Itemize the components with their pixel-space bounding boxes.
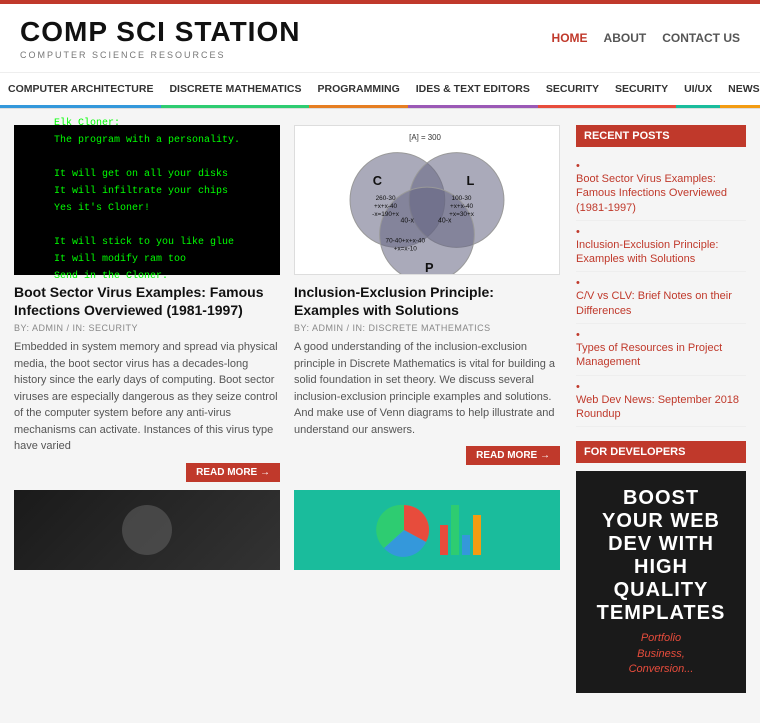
- articles-grid: Elk Cloner: The program with a personali…: [14, 125, 560, 486]
- sidebar: RECENT POSTS Boot Sector Virus Examples:…: [576, 125, 746, 707]
- nav-contact[interactable]: CONTACT US: [662, 31, 740, 45]
- svg-text:70-40+x+x-40: 70-40+x+x-40: [386, 237, 426, 244]
- recent-posts-list: Boot Sector Virus Examples: Famous Infec…: [576, 155, 746, 427]
- dev-banner-text: BOOST YOUR WEB DEV WITH HIGH QUALITY TEM…: [586, 487, 736, 625]
- recent-post-2-link[interactable]: Inclusion-Exclusion Principle: Examples …: [576, 238, 746, 267]
- for-developers-section: FOR DEVELOPERS BOOST YOUR WEB DEV WITH H…: [576, 441, 746, 693]
- nav-news[interactable]: NEWS: [720, 73, 760, 108]
- recent-post-1-link[interactable]: Boot Sector Virus Examples: Famous Infec…: [576, 172, 746, 215]
- for-developers-title: FOR DEVELOPERS: [576, 441, 746, 463]
- recent-post-3: C/V vs CLV: Brief Notes on their Differe…: [576, 272, 746, 324]
- svg-text:+x=30+x: +x=30+x: [449, 211, 475, 218]
- svg-text:+x=x-10: +x=x-10: [394, 245, 418, 252]
- article-2-meta: BY: ADMIN / IN: DISCRETE MATHEMATICS: [294, 323, 560, 333]
- nav-uiux[interactable]: UI/UX: [676, 73, 720, 108]
- nav-security-2[interactable]: SECURITY: [607, 73, 676, 108]
- nav-programming[interactable]: PROGRAMMING: [309, 73, 407, 108]
- nav-ides[interactable]: IDES & TEXT EDITORS: [408, 73, 538, 108]
- article-2: [A] = 300 C L P 260-30 +x+x-40: [294, 125, 560, 486]
- svg-text:-x=190+x: -x=190+x: [372, 211, 400, 218]
- header-nav: HOME ABOUT CONTACT US: [552, 31, 740, 45]
- bottom-image-2: [294, 490, 560, 570]
- article-1-image: Elk Cloner: The program with a personali…: [14, 125, 280, 275]
- article-1-green-text: Elk Cloner: The program with a personali…: [42, 103, 252, 297]
- recent-post-3-link[interactable]: C/V vs CLV: Brief Notes on their Differe…: [576, 289, 746, 318]
- svg-text:40-x: 40-x: [438, 218, 452, 225]
- nav-security-1[interactable]: SECURITY: [538, 73, 607, 108]
- site-title: COMP SCI STATION: [20, 16, 300, 48]
- recent-post-5-link[interactable]: Web Dev News: September 2018 Roundup: [576, 393, 746, 422]
- svg-text:+x+x-40: +x+x-40: [450, 203, 474, 210]
- article-1-title: Boot Sector Virus Examples: Famous Infec…: [14, 283, 280, 319]
- article-1-meta: BY: ADMIN / IN: SECURITY: [14, 323, 280, 333]
- nav-bar: COMPUTER ARCHITECTURE DISCRETE MATHEMATI…: [0, 73, 760, 109]
- svg-text:100-30: 100-30: [452, 195, 472, 202]
- recent-posts-section: RECENT POSTS Boot Sector Virus Examples:…: [576, 125, 746, 427]
- recent-post-4: Types of Resources in Project Management: [576, 324, 746, 376]
- article-2-body: Inclusion-Exclusion Principle: Examples …: [294, 275, 560, 469]
- svg-text:P: P: [425, 260, 434, 274]
- header: COMP SCI STATION COMPUTER SCIENCE RESOUR…: [0, 4, 760, 73]
- nav-home[interactable]: HOME: [552, 31, 588, 45]
- site-subtitle: COMPUTER SCIENCE RESOURCES: [20, 50, 300, 60]
- article-1-body: Boot Sector Virus Examples: Famous Infec…: [14, 275, 280, 486]
- recent-post-2: Inclusion-Exclusion Principle: Examples …: [576, 221, 746, 273]
- article-2-read-more[interactable]: READ MORE →: [466, 446, 560, 465]
- nav-about[interactable]: ABOUT: [604, 31, 647, 45]
- article-2-excerpt: A good understanding of the inclusion-ex…: [294, 339, 560, 438]
- bottom-image-1: [14, 490, 280, 570]
- svg-text:[A] = 300: [A] = 300: [409, 133, 441, 142]
- venn-diagram: [A] = 300 C L P 260-30 +x+x-40: [295, 126, 559, 274]
- site-branding: COMP SCI STATION COMPUTER SCIENCE RESOUR…: [20, 16, 300, 60]
- recent-post-4-link[interactable]: Types of Resources in Project Management: [576, 341, 746, 370]
- svg-text:40-x: 40-x: [401, 218, 415, 225]
- dev-banner[interactable]: BOOST YOUR WEB DEV WITH HIGH QUALITY TEM…: [576, 471, 746, 693]
- content-area: Elk Cloner: The program with a personali…: [14, 125, 560, 707]
- recent-post-1: Boot Sector Virus Examples: Famous Infec…: [576, 155, 746, 221]
- bottom-images-grid: [14, 490, 560, 570]
- dev-banner-sub: PortfolioBusiness,Conversion...: [586, 631, 736, 677]
- article-2-title: Inclusion-Exclusion Principle: Examples …: [294, 283, 560, 319]
- svg-text:C: C: [373, 173, 382, 188]
- nav-discrete-mathematics[interactable]: DISCRETE MATHEMATICS: [161, 73, 309, 108]
- nav-computer-architecture[interactable]: COMPUTER ARCHITECTURE: [0, 73, 161, 108]
- svg-text:L: L: [466, 173, 474, 188]
- svg-text:+x+x-40: +x+x-40: [374, 203, 398, 210]
- article-1-excerpt: Embedded in system memory and spread via…: [14, 339, 280, 455]
- svg-text:260-30: 260-30: [376, 195, 396, 202]
- article-2-image: [A] = 300 C L P 260-30 +x+x-40: [294, 125, 560, 275]
- recent-post-5: Web Dev News: September 2018 Roundup: [576, 376, 746, 428]
- recent-posts-title: RECENT POSTS: [576, 125, 746, 147]
- article-1: Elk Cloner: The program with a personali…: [14, 125, 280, 486]
- main-wrapper: Elk Cloner: The program with a personali…: [0, 109, 760, 723]
- article-1-read-more[interactable]: READ MORE →: [186, 463, 280, 482]
